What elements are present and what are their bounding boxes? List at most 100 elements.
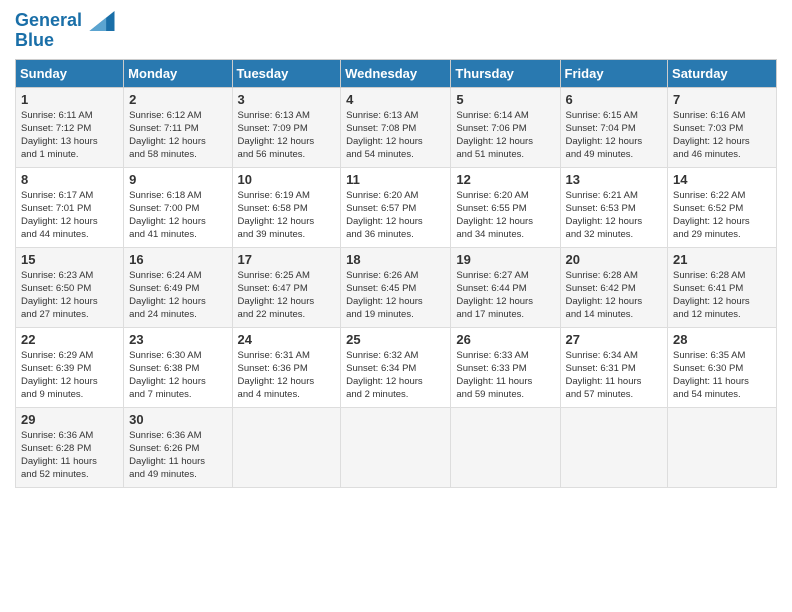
calendar-cell: 14 Sunrise: 6:22 AM Sunset: 6:52 PM Dayli…	[668, 167, 777, 247]
calendar-cell: 9Sunrise: 6:18 AM Sunset: 7:00 PM Daylig…	[124, 167, 232, 247]
day-info: Sunrise: 6:13 AM Sunset: 7:08 PM Dayligh…	[346, 109, 445, 162]
day-number: 25	[346, 332, 445, 347]
calendar-cell: 22 Sunrise: 6:29 AM Sunset: 6:39 PM Dayli…	[16, 327, 124, 407]
day-info: Sunrise: 6:24 AM Sunset: 6:49 PM Dayligh…	[129, 269, 226, 322]
calendar-cell	[232, 407, 341, 487]
day-number: 29	[21, 412, 118, 427]
day-info: Sunrise: 6:19 AM Sunset: 6:58 PM Dayligh…	[238, 189, 336, 242]
calendar-body: 1 Sunrise: 6:11 AM Sunset: 7:12 PM Daylig…	[16, 87, 777, 487]
day-info: Sunrise: 6:35 AM Sunset: 6:30 PM Dayligh…	[673, 349, 771, 402]
calendar-cell: 16 Sunrise: 6:24 AM Sunset: 6:49 PM Dayli…	[124, 247, 232, 327]
day-number: 15	[21, 252, 118, 267]
col-thursday: Thursday	[451, 59, 560, 87]
day-info: Sunrise: 6:28 AM Sunset: 6:42 PM Dayligh…	[566, 269, 663, 322]
day-info: Sunrise: 6:32 AM Sunset: 6:34 PM Dayligh…	[346, 349, 445, 402]
day-info: Sunrise: 6:36 AM Sunset: 6:26 PM Dayligh…	[129, 429, 226, 482]
day-info: Sunrise: 6:13 AM Sunset: 7:09 PM Dayligh…	[238, 109, 336, 162]
calendar-header: Sunday Monday Tuesday Wednesday Thursday…	[16, 59, 777, 87]
col-monday: Monday	[124, 59, 232, 87]
day-info: Sunrise: 6:28 AM Sunset: 6:41 PM Dayligh…	[673, 269, 771, 322]
day-info: Sunrise: 6:34 AM Sunset: 6:31 PM Dayligh…	[566, 349, 663, 402]
calendar-cell: 13 Sunrise: 6:21 AM Sunset: 6:53 PM Dayli…	[560, 167, 668, 247]
calendar-cell: 3 Sunrise: 6:13 AM Sunset: 7:09 PM Daylig…	[232, 87, 341, 167]
calendar-cell: 4 Sunrise: 6:13 AM Sunset: 7:08 PM Daylig…	[341, 87, 451, 167]
col-saturday: Saturday	[668, 59, 777, 87]
day-number: 20	[566, 252, 663, 267]
day-number: 22	[21, 332, 118, 347]
day-info: Sunrise: 6:18 AM Sunset: 7:00 PM Dayligh…	[129, 189, 226, 242]
header-row: Sunday Monday Tuesday Wednesday Thursday…	[16, 59, 777, 87]
day-number: 12	[456, 172, 554, 187]
day-info: Sunrise: 6:15 AM Sunset: 7:04 PM Dayligh…	[566, 109, 663, 162]
day-info: Sunrise: 6:22 AM Sunset: 6:52 PM Dayligh…	[673, 189, 771, 242]
day-number: 18	[346, 252, 445, 267]
calendar-cell: 18 Sunrise: 6:26 AM Sunset: 6:45 PM Dayli…	[341, 247, 451, 327]
calendar-cell	[341, 407, 451, 487]
calendar-week-4: 22 Sunrise: 6:29 AM Sunset: 6:39 PM Dayli…	[16, 327, 777, 407]
day-number: 4	[346, 92, 445, 107]
day-number: 11	[346, 172, 445, 187]
page-container: General Blue Sunday Monday Tuesday	[0, 0, 792, 498]
day-number: 24	[238, 332, 336, 347]
calendar-cell: 20 Sunrise: 6:28 AM Sunset: 6:42 PM Dayli…	[560, 247, 668, 327]
day-info: Sunrise: 6:11 AM Sunset: 7:12 PM Dayligh…	[21, 109, 118, 162]
calendar-week-5: 29 Sunrise: 6:36 AM Sunset: 6:28 PM Dayli…	[16, 407, 777, 487]
day-info: Sunrise: 6:25 AM Sunset: 6:47 PM Dayligh…	[238, 269, 336, 322]
day-info: Sunrise: 6:31 AM Sunset: 6:36 PM Dayligh…	[238, 349, 336, 402]
calendar-cell	[451, 407, 560, 487]
day-info: Sunrise: 6:16 AM Sunset: 7:03 PM Dayligh…	[673, 109, 771, 162]
calendar-cell: 29 Sunrise: 6:36 AM Sunset: 6:28 PM Dayli…	[16, 407, 124, 487]
calendar-cell: 28Sunrise: 6:35 AM Sunset: 6:30 PM Dayli…	[668, 327, 777, 407]
calendar-cell: 15 Sunrise: 6:23 AM Sunset: 6:50 PM Dayli…	[16, 247, 124, 327]
day-info: Sunrise: 6:14 AM Sunset: 7:06 PM Dayligh…	[456, 109, 554, 162]
calendar-week-2: 8Sunrise: 6:17 AM Sunset: 7:01 PM Daylig…	[16, 167, 777, 247]
logo-text: General	[15, 10, 115, 32]
calendar-cell: 11Sunrise: 6:20 AM Sunset: 6:57 PM Dayli…	[341, 167, 451, 247]
calendar-cell: 17Sunrise: 6:25 AM Sunset: 6:47 PM Dayli…	[232, 247, 341, 327]
col-wednesday: Wednesday	[341, 59, 451, 87]
day-info: Sunrise: 6:23 AM Sunset: 6:50 PM Dayligh…	[21, 269, 118, 322]
day-number: 13	[566, 172, 663, 187]
day-number: 7	[673, 92, 771, 107]
day-number: 10	[238, 172, 336, 187]
day-number: 21	[673, 252, 771, 267]
calendar-cell	[668, 407, 777, 487]
day-info: Sunrise: 6:33 AM Sunset: 6:33 PM Dayligh…	[456, 349, 554, 402]
calendar-cell: 2 Sunrise: 6:12 AM Sunset: 7:11 PM Daylig…	[124, 87, 232, 167]
calendar-cell	[560, 407, 668, 487]
day-number: 26	[456, 332, 554, 347]
day-info: Sunrise: 6:29 AM Sunset: 6:39 PM Dayligh…	[21, 349, 118, 402]
day-number: 1	[21, 92, 118, 107]
col-sunday: Sunday	[16, 59, 124, 87]
calendar-week-3: 15 Sunrise: 6:23 AM Sunset: 6:50 PM Dayli…	[16, 247, 777, 327]
day-info: Sunrise: 6:12 AM Sunset: 7:11 PM Dayligh…	[129, 109, 226, 162]
calendar-cell: 23Sunrise: 6:30 AM Sunset: 6:38 PM Dayli…	[124, 327, 232, 407]
day-info: Sunrise: 6:21 AM Sunset: 6:53 PM Dayligh…	[566, 189, 663, 242]
day-info: Sunrise: 6:26 AM Sunset: 6:45 PM Dayligh…	[346, 269, 445, 322]
day-number: 16	[129, 252, 226, 267]
logo-blue: Blue	[15, 30, 115, 51]
day-number: 3	[238, 92, 336, 107]
day-number: 5	[456, 92, 554, 107]
calendar-cell: 30 Sunrise: 6:36 AM Sunset: 6:26 PM Dayli…	[124, 407, 232, 487]
calendar-week-1: 1 Sunrise: 6:11 AM Sunset: 7:12 PM Daylig…	[16, 87, 777, 167]
logo-icon	[89, 11, 115, 31]
day-number: 14	[673, 172, 771, 187]
calendar-cell: 26 Sunrise: 6:33 AM Sunset: 6:33 PM Dayli…	[451, 327, 560, 407]
day-number: 2	[129, 92, 226, 107]
day-info: Sunrise: 6:36 AM Sunset: 6:28 PM Dayligh…	[21, 429, 118, 482]
day-number: 6	[566, 92, 663, 107]
day-info: Sunrise: 6:27 AM Sunset: 6:44 PM Dayligh…	[456, 269, 554, 322]
day-number: 19	[456, 252, 554, 267]
col-friday: Friday	[560, 59, 668, 87]
day-info: Sunrise: 6:30 AM Sunset: 6:38 PM Dayligh…	[129, 349, 226, 402]
calendar-cell: 5 Sunrise: 6:14 AM Sunset: 7:06 PM Daylig…	[451, 87, 560, 167]
day-number: 27	[566, 332, 663, 347]
day-number: 8	[21, 172, 118, 187]
calendar-cell: 24 Sunrise: 6:31 AM Sunset: 6:36 PM Dayli…	[232, 327, 341, 407]
calendar-cell: 19 Sunrise: 6:27 AM Sunset: 6:44 PM Dayli…	[451, 247, 560, 327]
day-number: 30	[129, 412, 226, 427]
header: General Blue	[15, 10, 777, 51]
day-info: Sunrise: 6:20 AM Sunset: 6:55 PM Dayligh…	[456, 189, 554, 242]
calendar-cell: 6 Sunrise: 6:15 AM Sunset: 7:04 PM Daylig…	[560, 87, 668, 167]
